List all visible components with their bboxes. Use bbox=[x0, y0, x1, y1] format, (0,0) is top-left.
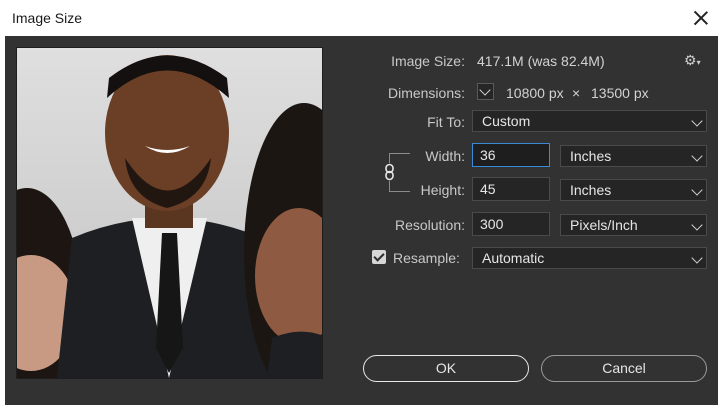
dimensions-width-value: 10800 px bbox=[506, 85, 564, 101]
width-unit-select[interactable]: Inches bbox=[560, 145, 707, 167]
cancel-button[interactable]: Cancel bbox=[541, 355, 707, 382]
image-preview[interactable] bbox=[16, 47, 323, 379]
image-size-value: 417.1M (was 82.4M) bbox=[477, 53, 605, 69]
width-unit-value: Inches bbox=[570, 148, 612, 164]
dimensions-label: Dimensions: bbox=[387, 85, 465, 101]
title-bar: Image Size bbox=[0, 0, 723, 36]
chevron-down-icon bbox=[691, 150, 703, 162]
image-size-label: Image Size: bbox=[391, 53, 465, 69]
height-label: Height: bbox=[420, 182, 465, 198]
chevron-down-icon bbox=[479, 84, 491, 96]
dimensions-times: × bbox=[572, 85, 581, 101]
chevron-down-icon bbox=[691, 219, 703, 231]
resolution-unit-value: Pixels/Inch bbox=[570, 217, 638, 233]
height-input[interactable]: 45 bbox=[472, 177, 550, 201]
fit-to-select[interactable]: Custom bbox=[472, 110, 707, 132]
resolution-input[interactable]: 300 bbox=[472, 212, 550, 236]
dimensions-units-dropdown[interactable] bbox=[477, 83, 494, 100]
link-icon[interactable] bbox=[382, 163, 398, 181]
chevron-down-icon bbox=[691, 115, 703, 127]
dialog-title: Image Size bbox=[12, 10, 83, 26]
dimensions-height-value: 13500 px bbox=[591, 85, 649, 101]
height-unit-select[interactable]: Inches bbox=[560, 179, 707, 201]
fit-to-label: Fit To: bbox=[427, 114, 465, 130]
resample-select[interactable]: Automatic bbox=[472, 247, 707, 269]
ok-button[interactable]: OK bbox=[363, 355, 529, 382]
resolution-label: Resolution: bbox=[394, 217, 465, 233]
height-unit-value: Inches bbox=[570, 182, 612, 198]
gear-icon[interactable]: ⚙▾ bbox=[684, 52, 702, 68]
preview-photo bbox=[17, 55, 322, 378]
resample-label: Resample: bbox=[393, 250, 460, 266]
resample-checkbox[interactable] bbox=[372, 250, 386, 264]
width-label: Width: bbox=[425, 148, 465, 164]
width-input[interactable]: 36 bbox=[472, 143, 550, 167]
chevron-down-icon bbox=[691, 184, 703, 196]
fit-to-value: Custom bbox=[482, 113, 531, 129]
resample-value: Automatic bbox=[482, 250, 545, 266]
close-icon[interactable] bbox=[691, 8, 711, 28]
resolution-unit-select[interactable]: Pixels/Inch bbox=[560, 214, 707, 236]
chevron-down-icon bbox=[691, 252, 703, 264]
